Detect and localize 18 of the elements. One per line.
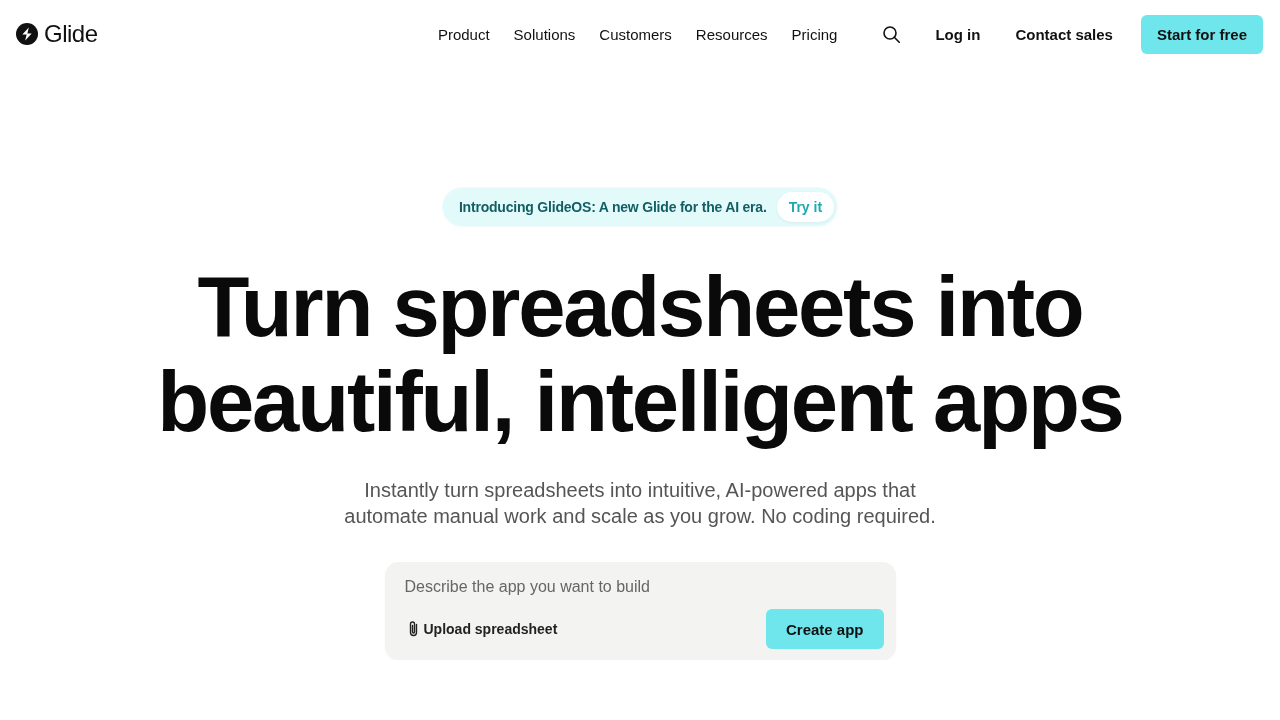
search-icon[interactable] [883, 25, 901, 43]
create-app-button[interactable]: Create app [765, 609, 884, 649]
login-link[interactable]: Log in [935, 25, 981, 43]
hero-subtitle: Instantly turn spreadsheets into intuitive, AI-powered apps that automate manual work and scale as you grow. No coding required. [343, 478, 937, 529]
logo-wordmark: Glide [44, 22, 98, 46]
logo-link[interactable]: Glide [16, 22, 98, 46]
nav-link[interactable]: Customers [599, 25, 672, 43]
announcement-text: Introducing GlideOS: A new Glide for the AI era. [458, 199, 767, 215]
upload-spreadsheet-button[interactable]: Upload spreadsheet [396, 614, 566, 644]
nav-link[interactable]: Solutions [513, 25, 576, 43]
app-description-field[interactable]: Describe the app you want to build [396, 576, 884, 600]
nav-link[interactable]: Pricing [791, 25, 838, 43]
hero-headline: Turn spreadsheets into beautiful, intelligent apps [156, 259, 1124, 449]
bolt-logo-icon [16, 23, 38, 45]
contact-sales-link[interactable]: Contact sales [1015, 25, 1113, 43]
start-free-button[interactable]: Start for free [1140, 14, 1263, 54]
nav-link[interactable]: Resources [695, 25, 768, 43]
nav-link[interactable]: Product [437, 25, 490, 43]
